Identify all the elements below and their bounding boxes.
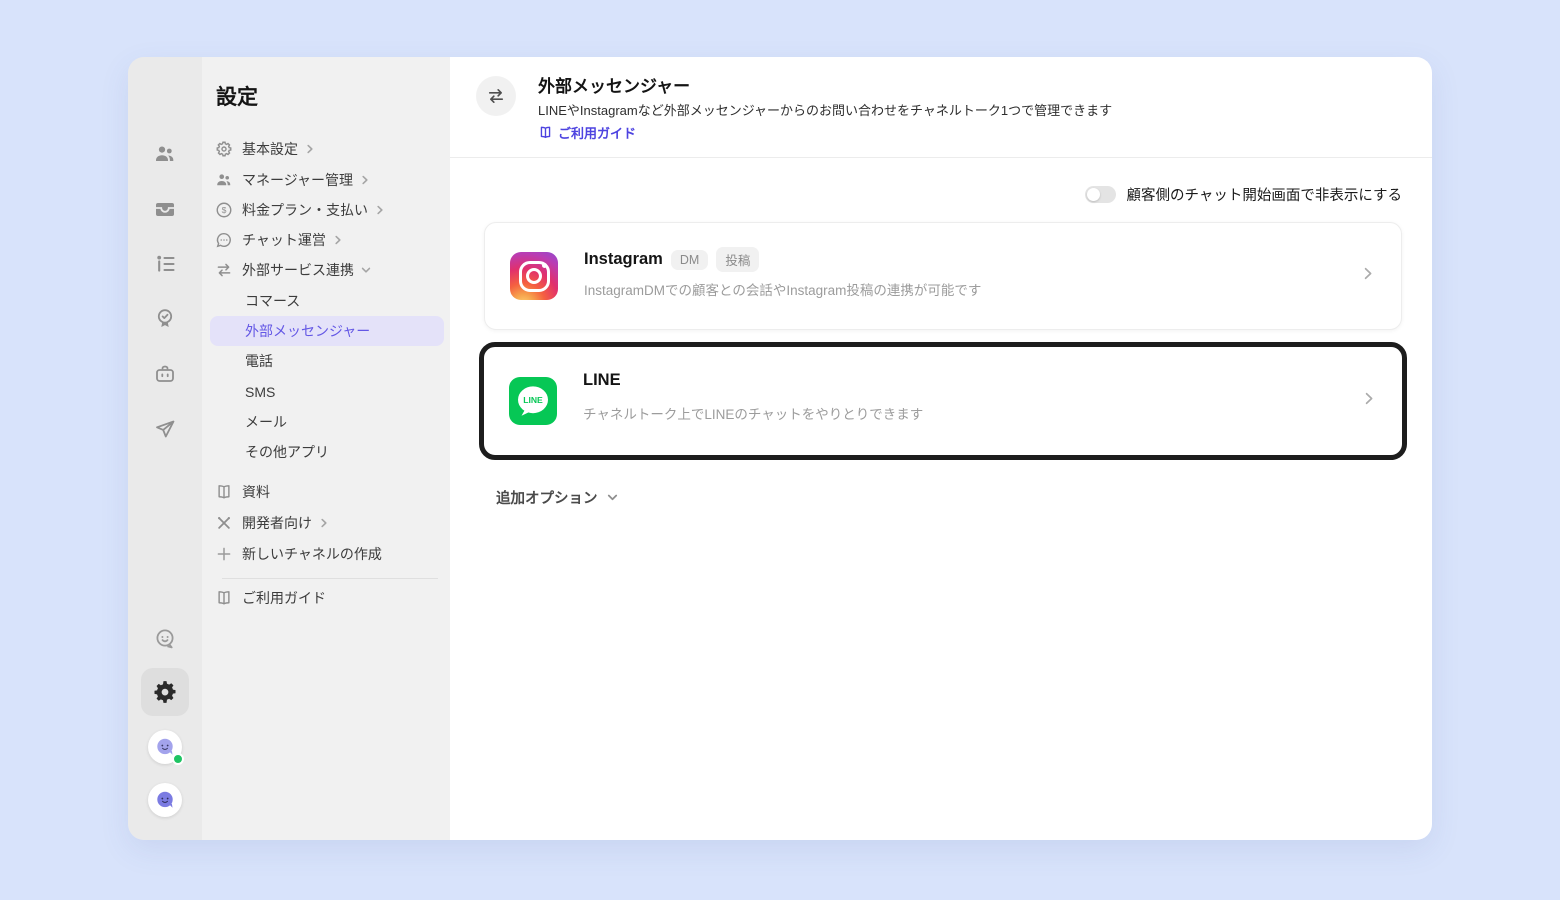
guide-link[interactable]: ご利用ガイド [538, 123, 636, 142]
swap-arrows-icon [215, 261, 233, 279]
integration-card-instagram[interactable]: Instagram DM 投稿 InstagramDMでの顧客との会話やInst… [484, 222, 1402, 330]
sidebar-item-manager-admin[interactable]: マネージャー管理 [210, 165, 444, 195]
chat-dots-icon [215, 231, 233, 249]
people-icon[interactable] [152, 141, 178, 167]
sidebar-item-label: その他アプリ [245, 444, 329, 460]
sidebar-divider [222, 578, 438, 579]
sidebar-item-label: 資料 [242, 484, 270, 500]
chevron-right-icon [375, 205, 385, 215]
toggle-label: 顧客側のチャット開始画面で非表示にする [1126, 188, 1403, 204]
sidebar-item-chat-operation[interactable]: チャット運営 [210, 225, 444, 255]
paper-plane-icon[interactable] [152, 416, 178, 442]
chevron-right-icon [305, 144, 315, 154]
people-icon [215, 171, 233, 189]
sidebar-item-docs[interactable]: 資料 [210, 477, 444, 507]
sidebar-item-label: 外部サービス連携 [242, 262, 354, 278]
bot-icon[interactable] [152, 361, 178, 387]
integration-name: LINE [583, 371, 621, 389]
sidebar-item-developers[interactable]: 開発者向け [210, 508, 444, 538]
sidebar-item-label: SMS [245, 384, 276, 400]
sidebar-subitem-sms[interactable]: SMS [210, 377, 444, 407]
app-window: 設定 基本設定 マネージャー管理 $ 料金プラン・支払い チャット運営 外部サー… [128, 57, 1432, 840]
more-options-label: 追加オプション [496, 491, 598, 507]
gear-icon [215, 140, 233, 158]
section-title: 外部メッセンジャー [538, 77, 691, 96]
chevron-right-icon [333, 235, 343, 245]
cross-tools-icon [215, 514, 233, 532]
chevron-right-icon [360, 175, 370, 185]
sidebar-item-label: チャット運営 [242, 232, 326, 248]
chevron-down-icon [607, 492, 618, 503]
sidebar-item-label: メール [245, 414, 287, 430]
sidebar-item-label: 外部メッセンジャー [245, 323, 371, 339]
plus-icon [215, 545, 233, 563]
sidebar-item-basic-settings[interactable]: 基本設定 [210, 134, 444, 164]
integration-card-line[interactable]: LINE LINE チャネルトーク上でLINEのチャットをやりとりできます [479, 342, 1407, 460]
smiley-bubble-icon[interactable] [152, 626, 178, 652]
svg-text:LINE: LINE [523, 395, 543, 405]
workspace-avatar[interactable] [148, 730, 184, 765]
guide-link-label: ご利用ガイド [558, 126, 637, 141]
sidebar-subitem-mail[interactable]: メール [210, 407, 444, 437]
sidebar-subitem-commerce[interactable]: コマース [210, 286, 444, 316]
page-title: 設定 [216, 86, 258, 109]
sidebar-subitem-other-apps[interactable]: その他アプリ [210, 437, 444, 467]
instagram-icon [510, 252, 558, 300]
integration-description: チャネルトーク上でLINEのチャットをやりとりできます [583, 407, 924, 422]
book-icon [215, 589, 233, 607]
sidebar-item-label: 電話 [245, 353, 273, 369]
sidebar-item-create-channel[interactable]: 新しいチャネルの作成 [210, 539, 444, 569]
svg-text:$: $ [222, 205, 227, 215]
settings-gear-icon[interactable] [141, 668, 189, 716]
section-description: LINEやInstagramなど外部メッセンジャーからのお問い合わせをチャネルト… [538, 103, 1113, 118]
integration-description: InstagramDMでの顧客との会話やInstagram投稿の連携が可能です [584, 283, 982, 298]
workspace-avatar[interactable] [148, 783, 182, 817]
integration-name: Instagram [584, 250, 663, 268]
swap-arrows-icon [476, 76, 516, 116]
chevron-right-icon [1361, 267, 1375, 286]
line-icon: LINE [509, 377, 557, 425]
sidebar-item-label: 料金プラン・支払い [242, 202, 368, 218]
badge-posts: 投稿 [716, 247, 760, 272]
book-icon [538, 125, 553, 140]
settings-sidebar: 設定 基本設定 マネージャー管理 $ 料金プラン・支払い チャット運営 外部サー… [202, 57, 450, 840]
chevron-right-icon [1362, 392, 1376, 411]
contact-list-icon[interactable] [152, 251, 178, 277]
sidebar-item-label: 開発者向け [242, 515, 312, 531]
sidebar-item-billing[interactable]: $ 料金プラン・支払い [210, 195, 444, 225]
chevron-down-icon [361, 265, 371, 275]
sidebar-item-label: 新しいチャネルの作成 [242, 546, 382, 562]
icon-rail [128, 57, 202, 840]
sidebar-item-user-guide[interactable]: ご利用ガイド [210, 583, 444, 613]
header-divider [450, 157, 1432, 158]
book-icon [215, 483, 233, 501]
sidebar-item-label: マネージャー管理 [242, 172, 354, 188]
sidebar-item-external-integrations[interactable]: 外部サービス連携 [210, 255, 444, 285]
badge-check-icon[interactable] [152, 306, 178, 332]
main-content: 外部メッセンジャー LINEやInstagramなど外部メッセンジャーからのお問… [450, 57, 1432, 840]
hide-on-chat-start-row: 顧客側のチャット開始画面で非表示にする [1084, 184, 1403, 205]
online-status-dot [172, 753, 184, 765]
inbox-icon[interactable] [152, 196, 178, 222]
sidebar-subitem-phone[interactable]: 電話 [210, 346, 444, 376]
sidebar-item-label: コマース [245, 293, 301, 309]
more-options-button[interactable]: 追加オプション [496, 487, 618, 508]
sidebar-item-label: ご利用ガイド [242, 590, 326, 606]
sidebar-item-label: 基本設定 [242, 141, 298, 157]
dollar-circle-icon: $ [215, 201, 233, 219]
sidebar-subitem-external-messenger[interactable]: 外部メッセンジャー [210, 316, 444, 346]
hide-on-chat-start-toggle[interactable] [1084, 186, 1116, 203]
badge-dm: DM [670, 249, 709, 270]
chevron-right-icon [319, 518, 329, 528]
